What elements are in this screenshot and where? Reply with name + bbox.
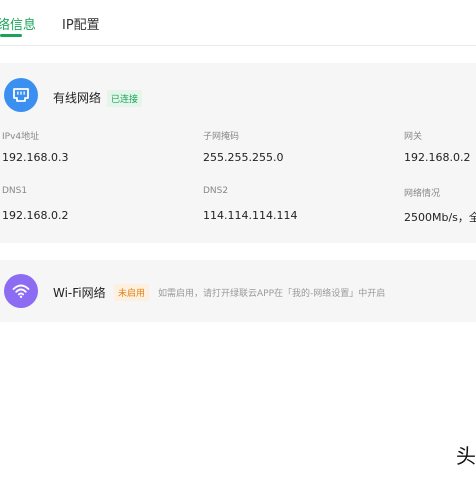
wifi-enable-hint: 如需启用，请打开绿联云APP在「我的-网络设置」中开启 [158,289,386,299]
connected-status-badge: 已连接 [107,90,143,107]
dns1-label: DNS1 [2,186,28,196]
tab-bar: 络信息 IP配置 [0,0,476,46]
gateway-value: 192.168.0.2 [404,151,471,164]
wifi-icon [4,274,38,308]
dns2-value: 114.114.114.114 [203,209,298,222]
active-tab-indicator [0,34,22,37]
subnet-mask-label: 子网掩码 [203,132,240,142]
wifi-network-card: Wi-Fi网络 未启用 如需启用，请打开绿联云APP在「我的-网络设置」中开启 [0,260,476,322]
wired-network-title: 有线网络 [53,91,102,105]
dns2-label: DNS2 [203,186,229,196]
disabled-status-badge: 未启用 [114,284,150,301]
ipv4-label: IPv4地址 [2,132,40,142]
tab-ip-config[interactable]: IP配置 [62,14,100,33]
tab-network-info[interactable]: 络信息 [0,14,36,33]
network-status-label: 网络情况 [404,189,441,199]
ethernet-port-icon [4,78,38,112]
gateway-label: 网关 [404,132,423,142]
watermark-text: 头 [456,444,476,468]
subnet-mask-value: 255.255.255.0 [203,151,284,164]
wifi-network-title: Wi-Fi网络 [53,286,106,300]
wired-network-card: 有线网络 已连接 IPv4地址 192.168.0.3 子网掩码 255.255… [0,63,476,243]
ipv4-value: 192.168.0.3 [2,151,69,164]
dns1-value: 192.168.0.2 [2,209,69,222]
network-speed-value: 2500Mb/s，全 [404,211,476,224]
